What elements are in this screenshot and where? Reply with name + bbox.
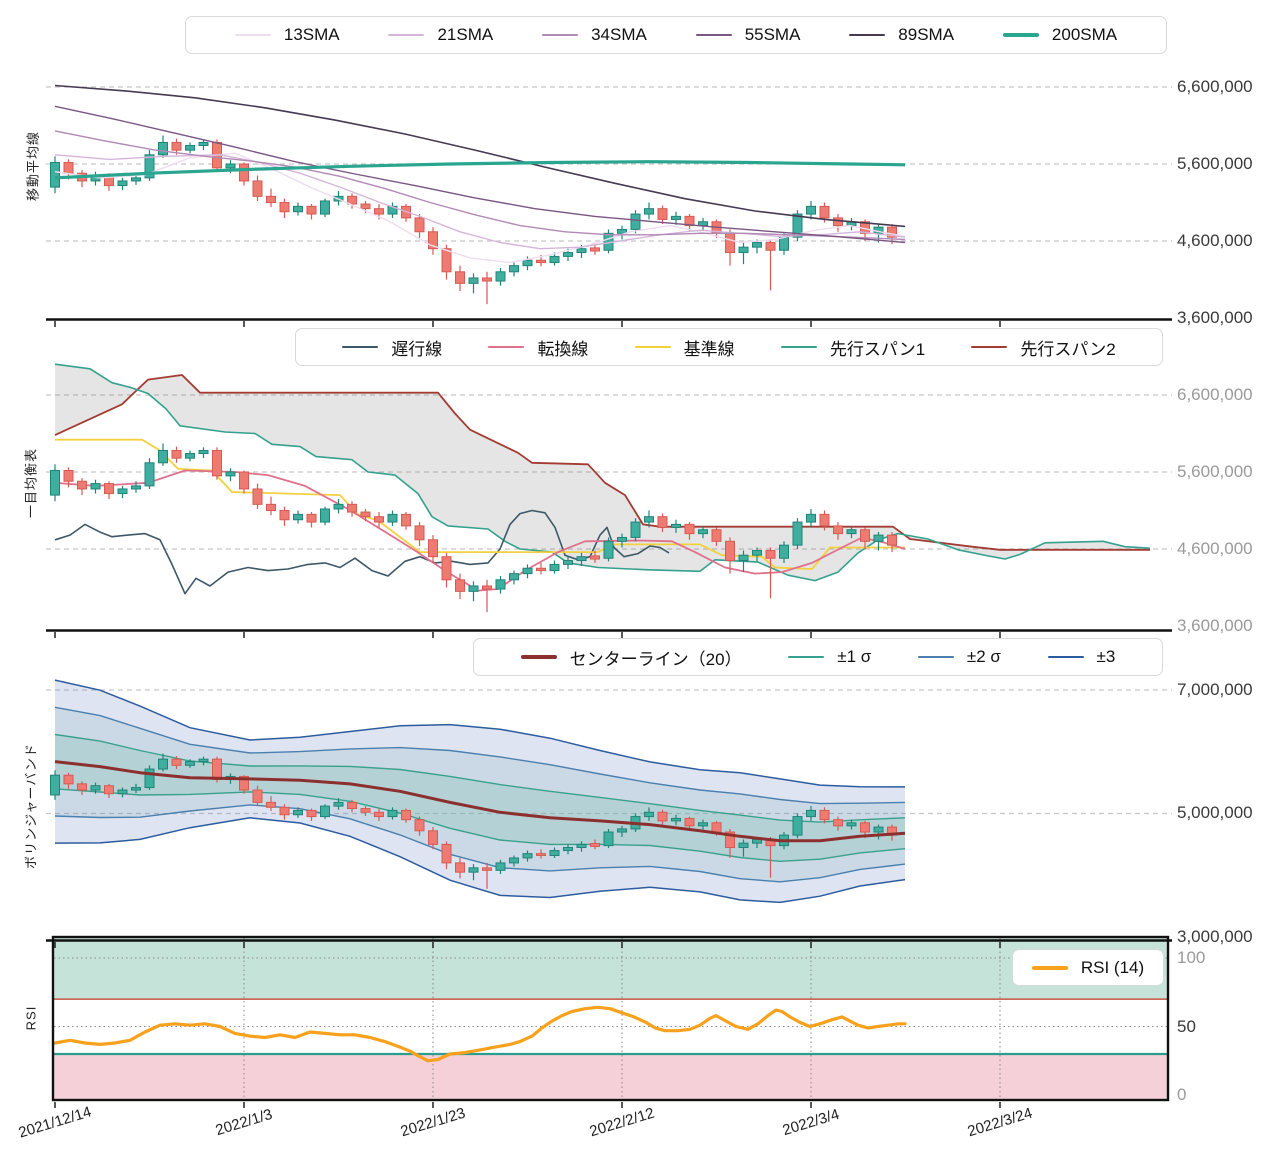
y-tick-label: 6,600,000 — [1177, 384, 1253, 406]
y-tick-label: 5,600,000 — [1177, 153, 1253, 175]
legend-item-89sma[interactable]: 89SMA — [849, 25, 954, 45]
legend-item-rsi-14-[interactable]: RSI (14) — [1032, 958, 1144, 978]
legend-item-21sma[interactable]: 21SMA — [388, 25, 493, 45]
legend-swatch-line — [918, 656, 954, 658]
y-tick-label: 3,600,000 — [1177, 615, 1253, 637]
candlestick-series-sma — [51, 136, 897, 305]
legend-item--20-[interactable]: センターライン（20） — [521, 645, 742, 670]
legend-item--2[interactable]: 先行スパン2 — [971, 335, 1115, 360]
legend-sma: 13SMA 21SMA 34SMA 55SMA 89SMA 200SMA — [185, 16, 1167, 54]
y-tick-label: 3,600,000 — [1177, 307, 1253, 329]
axis-panel-3 — [55, 1102, 1000, 1108]
legend-swatch-line — [521, 655, 557, 659]
legend-swatch-line — [971, 346, 1007, 348]
y-tick-label: 7,000,000 — [1177, 679, 1253, 701]
y-tick-label: 100 — [1177, 947, 1205, 969]
legend-swatch-line — [235, 34, 271, 36]
y-tick-label: 5,600,000 — [1177, 461, 1253, 483]
axis-panel-0 — [46, 320, 1172, 328]
legend-swatch-line — [635, 346, 671, 348]
legend-swatch-line — [781, 346, 817, 348]
legend-item--[interactable]: 基準線 — [635, 335, 735, 360]
legend-item-label: ±3 — [1097, 647, 1116, 667]
legend-item-200sma[interactable]: 200SMA — [1003, 25, 1117, 45]
legend-swatch-line — [1003, 33, 1039, 37]
legend-item--2-[interactable]: ±2 σ — [918, 647, 1001, 667]
rsi-line — [55, 1007, 905, 1061]
legend-item-label: 転換線 — [537, 335, 588, 360]
legend-item-55sma[interactable]: 55SMA — [696, 25, 801, 45]
legend-swatch-line — [342, 346, 378, 348]
y-tick-label: 50 — [1177, 1016, 1196, 1038]
legend-item-label: 基準線 — [684, 335, 735, 360]
legend-swatch-line — [1048, 656, 1084, 658]
legend-item-label: 21SMA — [437, 25, 493, 45]
y-tick-label: 5,000,000 — [1177, 802, 1253, 824]
legend-item-34sma[interactable]: 34SMA — [542, 25, 647, 45]
legend-item--[interactable]: 遅行線 — [342, 335, 442, 360]
legend-item-label: 遅行線 — [391, 335, 442, 360]
y-tick-label: 0 — [1177, 1084, 1186, 1106]
legend-item--1-[interactable]: ±1 σ — [788, 647, 871, 667]
sma-lines — [55, 86, 905, 263]
legend-swatch-line — [1032, 966, 1068, 970]
legend-swatch-line — [788, 656, 824, 658]
legend-item--[interactable]: 転換線 — [488, 335, 588, 360]
legend-item--1[interactable]: 先行スパン1 — [781, 335, 925, 360]
legend-item-label: 89SMA — [898, 25, 954, 45]
axis-panel-1 — [46, 631, 1172, 639]
legend-bollinger: センターライン（20） ±1 σ ±2 σ ±3 — [473, 638, 1163, 676]
legend-item-label: 13SMA — [284, 25, 340, 45]
legend-item-label: 34SMA — [591, 25, 647, 45]
legend-ichimoku: 遅行線 転換線 基準線 先行スパン1 先行スパン2 — [295, 328, 1163, 366]
legend-item-label: 先行スパン1 — [830, 335, 925, 360]
legend-item-label: 200SMA — [1052, 25, 1117, 45]
y-tick-label: 4,600,000 — [1177, 538, 1253, 560]
legend-swatch-line — [849, 34, 885, 36]
legend-item-label: ±1 σ — [837, 647, 871, 667]
legend-item-13sma[interactable]: 13SMA — [235, 25, 340, 45]
panel-rsi-axis-title: RSI — [24, 1006, 39, 1031]
legend-item-label: 55SMA — [745, 25, 801, 45]
legend-swatch-line — [696, 34, 732, 36]
legend-rsi: RSI (14) — [1012, 949, 1164, 986]
y-tick-label: 6,600,000 — [1177, 76, 1253, 98]
legend-item-label: センターライン（20） — [570, 645, 742, 670]
legend-item-label: 先行スパン2 — [1020, 335, 1115, 360]
rsi-panel — [53, 937, 1168, 1100]
legend-item-label: ±2 σ — [967, 647, 1001, 667]
chart-stage: 移動平均線 一目均衡表 ボリンジャーバンド RSI 13SMA 21SMA 34SM… — [0, 0, 1281, 1152]
panel-bollinger-axis-title: ボリンジャーバンド — [21, 743, 40, 869]
legend-swatch-line — [542, 34, 578, 36]
y-tick-label: 3,000,000 — [1177, 926, 1253, 948]
y-tick-label: 4,600,000 — [1177, 230, 1253, 252]
panel-sma-axis-title: 移動平均線 — [23, 131, 42, 201]
legend-item-label: RSI (14) — [1081, 958, 1144, 978]
legend-swatch-line — [488, 346, 524, 348]
legend-swatch-line — [388, 34, 424, 36]
panel-ichimoku-axis-title: 一目均衡表 — [21, 448, 40, 518]
legend-item--3[interactable]: ±3 — [1048, 647, 1116, 667]
